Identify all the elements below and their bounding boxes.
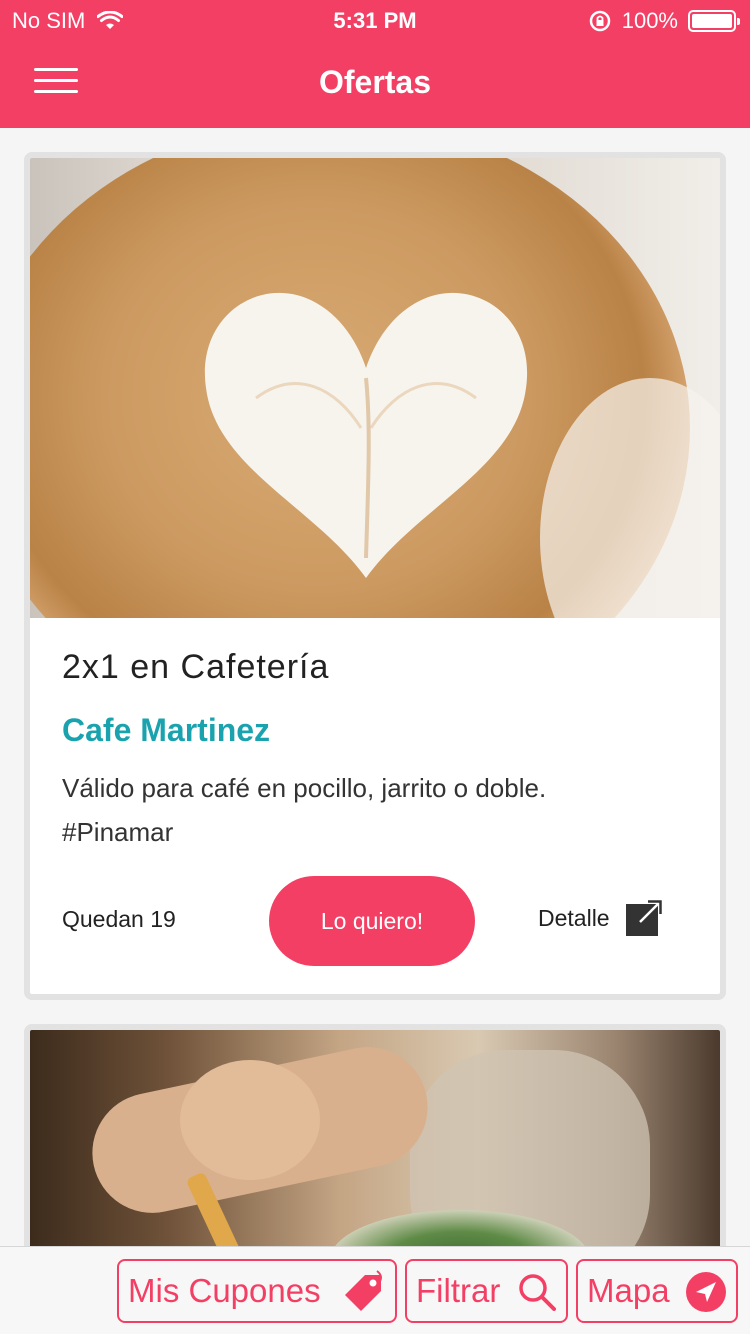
page-title: Ofertas (318, 64, 432, 100)
description-text: Válido para café en pocillo, jarrito o d… (62, 773, 547, 803)
offer-card[interactable] (24, 1024, 726, 1246)
bottom-tab-bar: Mis Cupones Filtrar Mapa (0, 1246, 750, 1334)
tab-filter-label: Filtrar (416, 1272, 501, 1309)
tab-my-coupons[interactable]: Mis Cupones (117, 1259, 397, 1323)
location-hashtag: #Pinamar (62, 817, 174, 847)
rotation-lock-icon (589, 10, 610, 32)
tab-map[interactable]: Mapa (576, 1259, 738, 1323)
offer-image-food (30, 1030, 720, 1246)
nav-bar: Ofertas (0, 40, 750, 128)
tab-filter[interactable]: Filtrar (405, 1259, 568, 1323)
remaining-count: Quedan 19 (62, 906, 176, 932)
offer-card[interactable]: 2x1 en Cafetería Cafe Martinez Válido pa… (24, 152, 726, 1000)
offers-list[interactable]: 2x1 en Cafetería Cafe Martinez Válido pa… (0, 128, 750, 1246)
latte-heart (204, 292, 528, 578)
search-icon (519, 1274, 556, 1311)
offer-description: Válido para café en pocillo, jarrito o d… (62, 766, 692, 854)
offer-title: 2x1 en Cafetería (62, 648, 330, 686)
battery-percent: 100% (621, 8, 678, 33)
detail-link[interactable]: Detalle (538, 900, 662, 936)
navigation-arrow-icon (686, 1272, 726, 1312)
tab-my-coupons-label: Mis Cupones (128, 1272, 321, 1309)
battery-icon (688, 10, 740, 32)
tag-icon (345, 1270, 382, 1311)
want-button[interactable]: Lo quiero! (269, 876, 475, 966)
external-link-icon (625, 900, 662, 936)
offer-image-coffee (30, 158, 720, 618)
status-bar: No SIM 5:31 PM 100% (0, 0, 750, 40)
detail-label: Detalle (538, 904, 610, 931)
shop-name[interactable]: Cafe Martinez (62, 712, 270, 749)
tab-map-label: Mapa (587, 1272, 670, 1309)
